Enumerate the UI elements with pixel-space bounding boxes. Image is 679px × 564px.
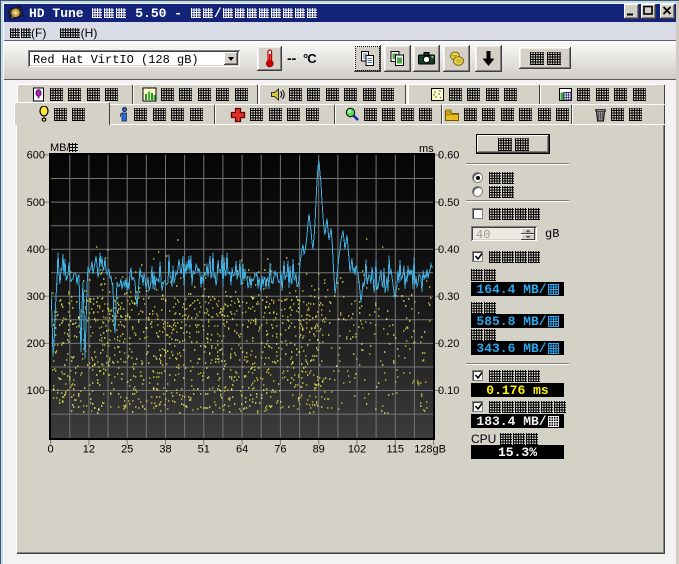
svg-text:51: 51 [198, 444, 210, 456]
svg-text:100: 100 [27, 385, 45, 397]
svg-text:102: 102 [348, 444, 366, 456]
svg-text:600: 600 [27, 150, 45, 162]
svg-text:400: 400 [27, 244, 45, 256]
svg-text:0.10: 0.10 [438, 385, 459, 397]
svg-text:0.30: 0.30 [438, 291, 459, 303]
svg-text:300: 300 [27, 291, 45, 303]
svg-text:25: 25 [121, 444, 133, 456]
svg-text:0.40: 0.40 [438, 244, 459, 256]
svg-text:0.60: 0.60 [438, 150, 459, 162]
svg-text:128gB: 128gB [414, 444, 446, 456]
svg-text:0: 0 [48, 444, 54, 456]
svg-text:500: 500 [27, 197, 45, 209]
svg-text:0.20: 0.20 [438, 338, 459, 350]
svg-text:64: 64 [236, 444, 248, 456]
svg-text:115: 115 [387, 444, 405, 456]
svg-text:12: 12 [83, 444, 95, 456]
svg-text:38: 38 [159, 444, 171, 456]
svg-text:ms: ms [419, 143, 434, 155]
svg-text:89: 89 [313, 444, 325, 456]
svg-text:MB/: MB/ [50, 142, 71, 154]
svg-text:200: 200 [27, 338, 45, 350]
svg-text:0.50: 0.50 [438, 197, 459, 209]
svg-text:76: 76 [274, 444, 286, 456]
